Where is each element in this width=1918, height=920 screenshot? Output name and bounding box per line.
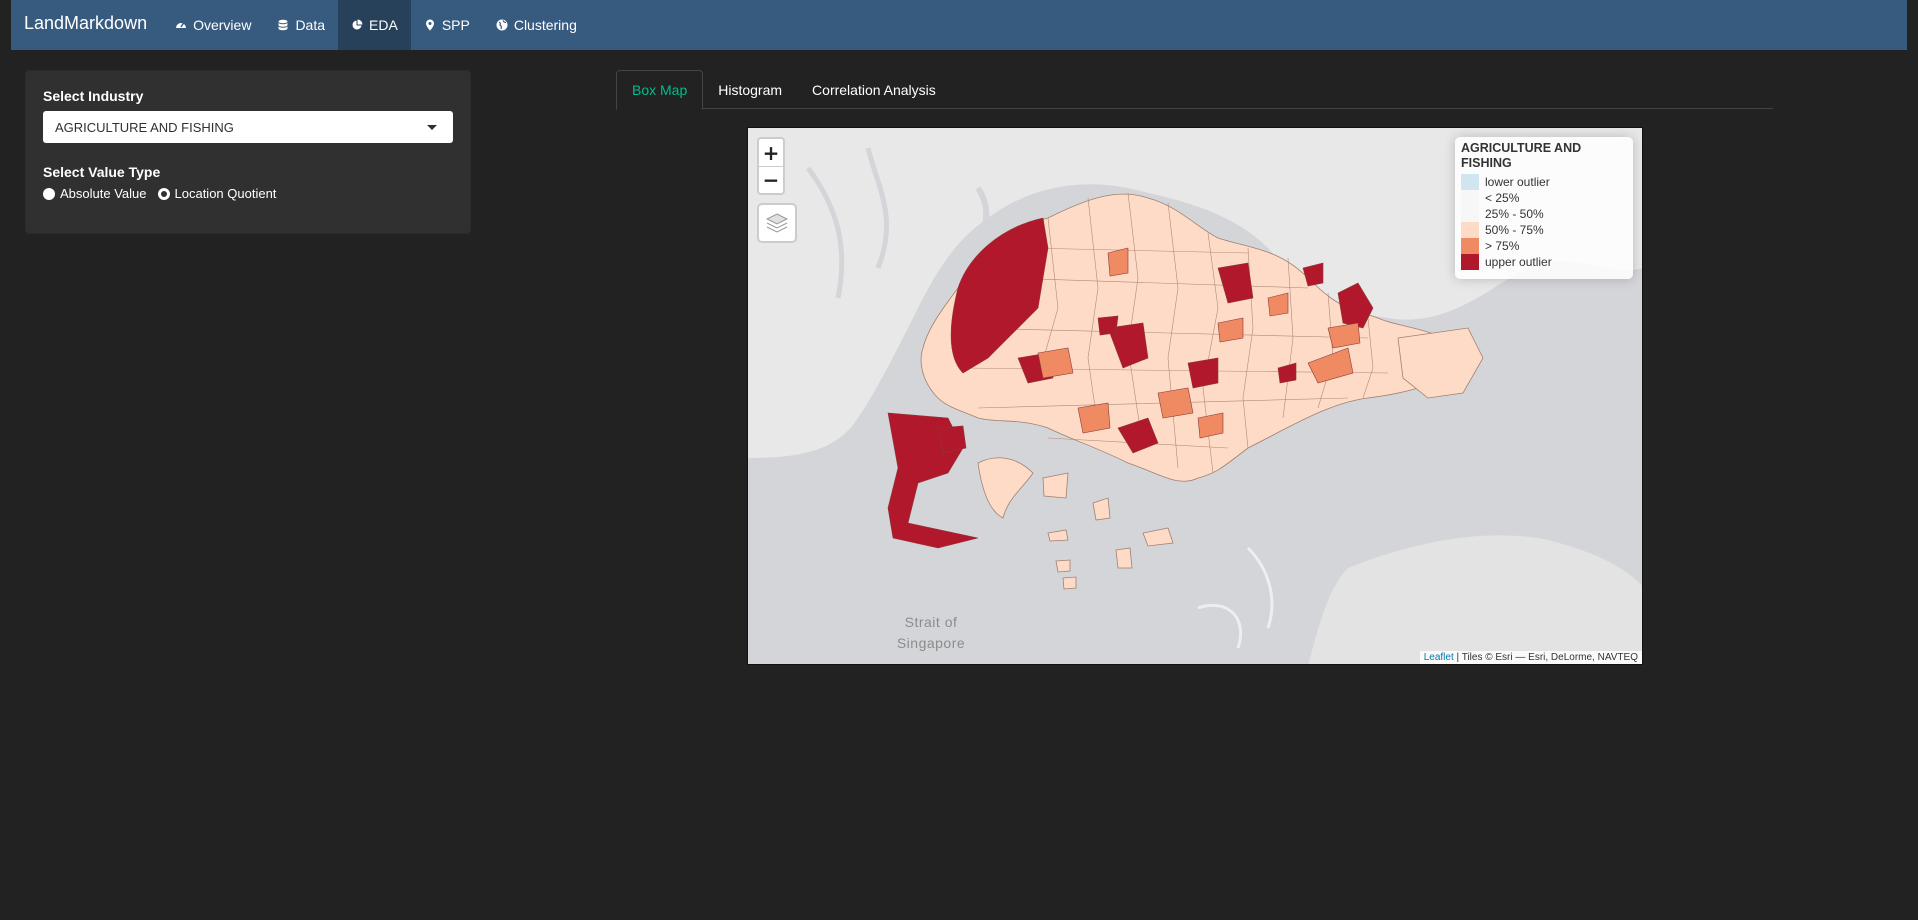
nav-overview[interactable]: Overview <box>162 0 264 50</box>
legend-label: 25% - 50% <box>1485 207 1544 221</box>
radio-absolute-value-label: Absolute Value <box>60 186 147 201</box>
eda-tabs: Box Map Histogram Correlation Analysis <box>616 70 1773 110</box>
nav-eda-label: EDA <box>369 17 398 33</box>
legend-swatch <box>1461 222 1479 238</box>
legend-row: upper outlier <box>1461 254 1627 270</box>
value-type-radio-group: Absolute Value Location Quotient <box>43 186 453 201</box>
region-upper-outlier <box>937 425 967 454</box>
legend-swatch <box>1461 206 1479 222</box>
dashboard-icon <box>176 22 187 28</box>
radio-selected-icon <box>43 187 55 200</box>
chevron-down-icon <box>427 124 437 130</box>
top-navbar: LandMarkdown Overview Data EDA SPP Clust… <box>11 0 1907 50</box>
legend-swatch <box>1461 238 1479 254</box>
tab-correlation-analysis[interactable]: Correlation Analysis <box>797 70 951 109</box>
southern-island <box>1092 497 1111 521</box>
database-icon <box>278 19 288 31</box>
nav-data[interactable]: Data <box>264 0 338 50</box>
legend-title: AGRICULTURE AND FISHING <box>1461 141 1582 170</box>
sidebar-panel: Select Industry AGRICULTURE AND FISHING … <box>25 70 471 234</box>
strait-label-line2: Singapore <box>896 635 966 651</box>
region-high <box>1107 247 1129 277</box>
nav-overview-label: Overview <box>193 17 252 33</box>
region-upper-outlier <box>1097 315 1119 336</box>
industry-label: Select Industry <box>43 88 144 104</box>
region-upper-outlier <box>887 412 979 549</box>
radio-location-quotient-label: Location Quotient <box>174 186 277 201</box>
radio-unselected-icon <box>157 187 170 200</box>
zoom-control: + − <box>757 137 785 195</box>
industry-select-value: AGRICULTURE AND FISHING <box>55 119 234 135</box>
nav-clustering[interactable]: Clustering <box>483 0 590 50</box>
nav-clustering-label: Clustering <box>513 17 577 33</box>
radio-location-quotient[interactable]: Location Quotient <box>157 186 277 201</box>
land-south-east <box>1308 535 1642 664</box>
strait-label: Strait of Singapore <box>891 612 971 654</box>
zoom-out-button[interactable]: − <box>759 166 783 193</box>
legend-label: < 25% <box>1485 191 1520 205</box>
nav-spp[interactable]: SPP <box>411 0 483 50</box>
pie-chart-icon <box>352 19 363 30</box>
legend-row: 50% - 75% <box>1461 222 1627 238</box>
legend-row: 25% - 50% <box>1461 206 1627 222</box>
strait-label-line1: Strait of <box>904 614 958 630</box>
industry-select[interactable]: AGRICULTURE AND FISHING <box>43 111 453 143</box>
southern-island <box>1142 527 1174 547</box>
box-map[interactable]: + − AGRICULTURE AND FISHING lower outlie… <box>747 127 1643 665</box>
globe-icon <box>496 19 508 31</box>
value-type-label: Select Value Type <box>43 164 161 180</box>
southern-island <box>1047 529 1069 542</box>
legend-swatch <box>1461 254 1479 270</box>
zoom-in-button[interactable]: + <box>759 139 783 166</box>
region-high <box>1157 387 1194 419</box>
map-legend: AGRICULTURE AND FISHING lower outlier < … <box>1455 137 1633 279</box>
region-upper-outlier <box>1187 357 1219 389</box>
legend-row: lower outlier <box>1461 174 1627 190</box>
map-attribution: Leaflet | Tiles © Esri — Esri, DeLorme, … <box>1419 651 1642 664</box>
nav-spp-label: SPP <box>441 17 470 33</box>
legend-label: 50% - 75% <box>1485 223 1544 237</box>
legend-row: > 75% <box>1461 238 1627 254</box>
attribution-text: | Tiles © Esri — Esri, DeLorme, NAVTEQ <box>1453 652 1639 663</box>
legend-label: upper outlier <box>1485 255 1552 269</box>
map-marker-icon <box>425 19 434 31</box>
legend-row: < 25% <box>1461 190 1627 206</box>
southern-island <box>1042 472 1069 499</box>
southern-island <box>1055 559 1071 573</box>
southern-island <box>1062 576 1077 590</box>
legend-label: > 75% <box>1485 239 1520 253</box>
leaflet-link[interactable]: Leaflet <box>1424 652 1454 663</box>
tab-box-map[interactable]: Box Map <box>616 70 704 110</box>
land-indonesia <box>1197 546 1274 649</box>
layers-button[interactable] <box>757 203 797 243</box>
nav-data-label: Data <box>295 17 326 33</box>
region-high <box>1037 347 1074 379</box>
nav-eda[interactable]: EDA <box>338 0 411 50</box>
southern-island <box>1115 547 1133 569</box>
region-high <box>1077 402 1111 434</box>
layers-icon <box>765 213 789 233</box>
legend-label: lower outlier <box>1485 175 1550 189</box>
southern-island <box>977 457 1034 519</box>
legend-swatch <box>1461 174 1479 190</box>
radio-absolute-value[interactable]: Absolute Value <box>43 186 147 201</box>
tab-histogram[interactable]: Histogram <box>703 70 797 109</box>
app-brand[interactable]: LandMarkdown <box>11 0 162 46</box>
legend-swatch <box>1461 190 1479 206</box>
